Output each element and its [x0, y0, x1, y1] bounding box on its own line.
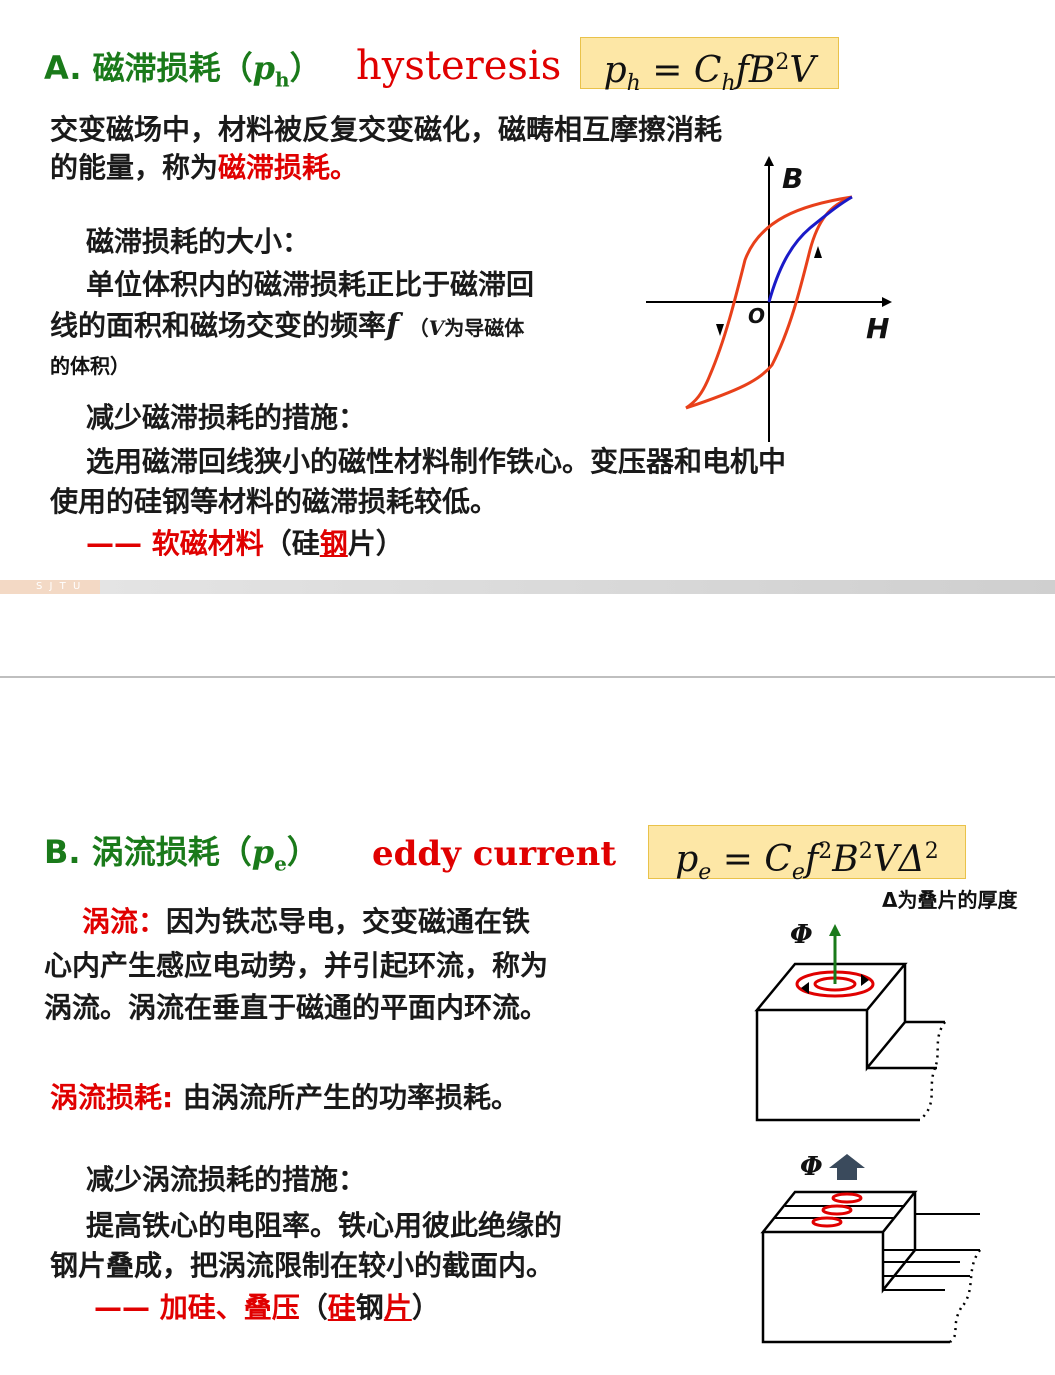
b-axis-label: B — [782, 162, 804, 195]
hysteresis-reduce-line2: 使用的硅钢等材料的磁滞损耗较低。 — [50, 485, 499, 518]
eddy-formula: pe = Cef2B2VΔ2 — [648, 825, 966, 885]
h-axis-arrow — [882, 297, 892, 307]
h-axis-label: H — [866, 312, 890, 345]
curve-arrow-down — [716, 324, 724, 336]
slide-separator — [0, 676, 1055, 678]
hysteresis-conclusion: —— 软磁材料（硅钢片） — [86, 527, 404, 560]
hysteresis-reduce-title: 减少磁滞损耗的措施： — [86, 401, 367, 434]
phi-label-bottom: Φ — [800, 1152, 823, 1182]
hysteresis-size-line1: 单位体积内的磁滞损耗正比于磁滞回 — [86, 268, 535, 301]
eddy-line2: 心内产生感应电动势，并引起环流，称为 — [44, 949, 549, 982]
solid-core-outline — [754, 962, 920, 1122]
hysteresis-size-line2: 线的面积和磁场交变的频率f （V为导磁体 — [50, 308, 525, 343]
slide2-heading-english: eddy current — [372, 834, 617, 874]
laminated-core-diagram — [760, 1154, 982, 1344]
eddy-conclusion: —— 加硅、叠压（硅钢片） — [94, 1291, 440, 1324]
flux-block-arrow — [829, 1154, 865, 1180]
eddy-line3: 涡流。涡流在垂直于磁通的平面内环流。 — [44, 991, 549, 1024]
eddy-reduce-title: 减少涡流损耗的措施： — [86, 1163, 367, 1196]
delta-note: Δ为叠片的厚度 — [882, 888, 1018, 912]
slide1-intro-line2: 的能量，称为磁滞损耗。 — [50, 151, 359, 184]
solid-core-break — [919, 1021, 947, 1121]
hysteresis-size-title: 磁滞损耗的大小： — [86, 225, 311, 258]
flux-arrow-head — [829, 924, 841, 936]
laminated-core-break — [949, 1249, 982, 1344]
slide1-heading-english: hysteresis — [356, 43, 562, 89]
eddy-reduce-line2: 钢片叠成，把涡流限制在较小的截面内。 — [50, 1249, 555, 1282]
eddy-reduce-line1: 提高铁心的电阻率。铁心用彼此绝缘的 — [86, 1209, 563, 1242]
slide2-heading: B. 涡流损耗（pe） — [44, 833, 319, 876]
eddy-line1: 涡流：因为铁芯导电，交变磁通在铁 — [82, 905, 531, 938]
slide1-intro-line1: 交变磁场中，材料被反复交变磁化，磁畴相互摩擦消耗 — [50, 113, 723, 146]
b-axis-arrow — [764, 156, 774, 166]
slide1-footer-bar — [0, 580, 1055, 594]
hysteresis-size-note: 的体积） — [50, 354, 130, 378]
phi-label-top: Φ — [790, 920, 813, 950]
hysteresis-loop-diagram — [646, 156, 892, 442]
origin-label: O — [748, 304, 766, 328]
eddy-loss-line: 涡流损耗: 由涡流所产生的功率损耗。 — [50, 1081, 519, 1114]
slide1-heading: A. 磁滞损耗（ph） — [44, 49, 322, 92]
slide1-footer-label: S J T U — [36, 581, 83, 592]
curve-arrow-up — [814, 246, 822, 258]
hysteresis-formula: ph = ChfB2V — [580, 37, 839, 96]
solid-core-diagram — [754, 924, 947, 1122]
